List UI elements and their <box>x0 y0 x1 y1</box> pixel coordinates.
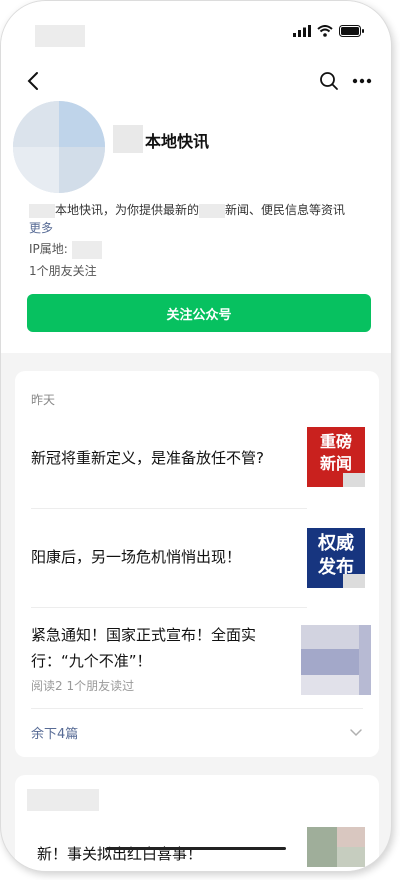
article-group-card: 昨天 新冠将重新定义，是准备放任不管? 重磅 新闻 阳康后，另一场危机悄悄出现！ … <box>15 371 379 757</box>
article-meta: 阅读2 1个朋友读过 <box>31 679 135 693</box>
home-indicator <box>106 847 286 850</box>
wifi-icon <box>317 25 333 37</box>
description-redacted <box>199 203 226 218</box>
status-icons <box>293 25 365 37</box>
article-title-line-1: 紧急通知！国家正式宣布！全面实 <box>31 626 257 644</box>
article-title: 阳康后，另一场危机悄悄出现！ <box>31 548 242 566</box>
profile-header: 本地快讯 本地快讯，为你提供最新的 新闻、便民信息等资讯 更多 IP属地: 1个朋… <box>1 1 391 353</box>
search-button[interactable] <box>315 67 343 95</box>
ip-redacted <box>71 240 102 259</box>
article-item[interactable]: 新冠将重新定义，是准备放任不管? 重磅 新闻 <box>15 421 379 503</box>
article-item[interactable]: 阳康后，另一场危机悄悄出现！ 权威 发布 <box>15 521 379 603</box>
phone-frame: 本地快讯 本地快讯，为你提供最新的 新闻、便民信息等资讯 更多 IP属地: 1个朋… <box>0 0 392 872</box>
article-thumbnail <box>307 827 365 867</box>
article-title-line-2: 行：“九个不准”！ <box>31 652 152 670</box>
status-bar <box>1 1 391 49</box>
article-thumbnail <box>301 625 371 695</box>
thumbnail-text: 权威 发布 <box>318 533 354 578</box>
thumbnail-text: 重磅 新闻 <box>319 432 352 473</box>
signal-icon <box>293 25 311 37</box>
chevron-left-icon <box>27 72 38 90</box>
more-dots-icon <box>352 78 372 84</box>
search-icon <box>320 72 338 90</box>
friends-following: 1个朋友关注 <box>29 264 97 278</box>
chevron-down-icon[interactable] <box>349 725 363 739</box>
article-title: 新冠将重新定义，是准备放任不管? <box>31 449 264 467</box>
divider <box>31 607 307 608</box>
divider <box>31 708 363 709</box>
group-date: 昨天 <box>31 393 56 407</box>
ip-location: IP属地: <box>29 240 102 259</box>
divider <box>31 508 307 509</box>
description-more-link[interactable]: 更多 <box>29 219 53 236</box>
account-name: 本地快讯 <box>145 132 210 151</box>
description-text: 本地快讯，为你提供最新的 <box>55 203 200 217</box>
more-button[interactable] <box>347 67 377 95</box>
article-thumbnail: 权威 发布 <box>307 528 365 588</box>
article-thumbnail: 重磅 新闻 <box>307 427 365 487</box>
avatar[interactable] <box>13 101 105 193</box>
description-tail: 新闻、便民信息等资讯 <box>225 203 346 217</box>
account-name-redacted <box>113 125 143 153</box>
account-description: 本地快讯，为你提供最新的 新闻、便民信息等资讯 <box>29 201 345 218</box>
ip-label: IP属地: <box>29 242 68 256</box>
group-date-redacted <box>27 789 99 811</box>
nav-bar <box>1 61 391 101</box>
description-redacted-lead <box>29 203 55 218</box>
article-item[interactable]: 紧急通知！国家正式宣布！全面实 行：“九个不准”！ 阅读2 1个朋友读过 <box>15 617 379 707</box>
remaining-articles-link[interactable]: 余下4篇 <box>31 723 78 742</box>
follow-button[interactable]: 关注公众号 <box>27 294 371 332</box>
back-button[interactable] <box>19 67 47 95</box>
battery-icon <box>339 25 364 37</box>
time-redacted <box>35 25 85 47</box>
article-group-card: 新！事关拟出红白喜事！ <box>15 775 379 871</box>
